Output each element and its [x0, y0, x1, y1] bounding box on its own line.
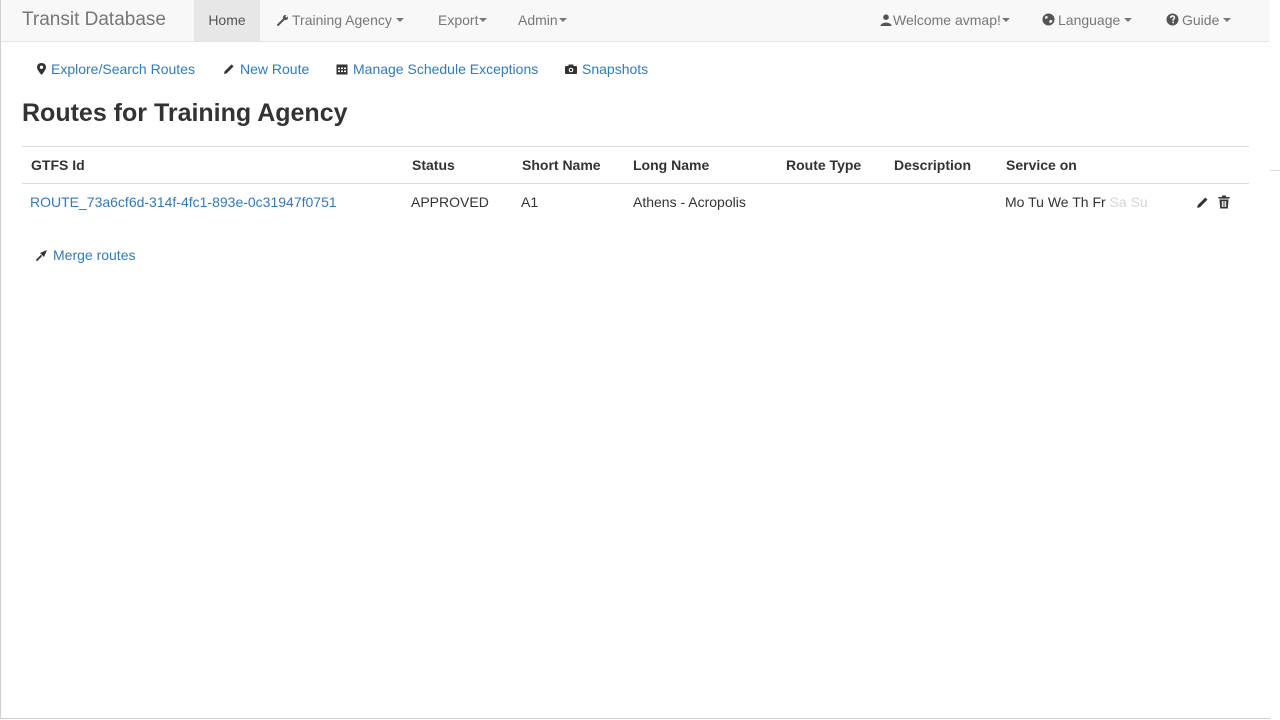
calendar-icon [336, 64, 348, 75]
trash-icon [1218, 195, 1230, 209]
header-divider [22, 183, 1249, 184]
question-circle-icon [1166, 13, 1179, 26]
service-day-we: We [1047, 194, 1069, 210]
column-header-service-on: Service on [1006, 157, 1077, 173]
manage-exceptions-label: Manage Schedule Exceptions [353, 61, 539, 77]
nav-agency-dropdown[interactable]: Training Agency [277, 0, 404, 41]
chevron-down-icon [479, 18, 488, 23]
nav-user-dropdown[interactable]: Welcome avmap! [880, 0, 1010, 41]
column-header-description: Description [894, 157, 972, 173]
chevron-down-icon [558, 18, 567, 23]
service-day-fr: Fr [1092, 194, 1106, 210]
edge-divider [1270, 170, 1280, 171]
top-navbar: Transit Database Home Training Agency Ex… [1, 0, 1269, 42]
chevron-down-icon [1124, 18, 1133, 23]
edit-route-button[interactable] [1196, 194, 1210, 210]
page-title: Routes for Training Agency [22, 99, 348, 127]
nav-language-dropdown[interactable]: Language [1042, 0, 1133, 41]
delete-route-button[interactable] [1218, 194, 1232, 210]
pencil-icon [224, 64, 234, 74]
nav-language-label: Language [1058, 12, 1121, 28]
wrench-icon [277, 14, 289, 26]
nav-user-label: Welcome avmap! [893, 12, 1001, 28]
nav-export-dropdown[interactable]: Export [438, 0, 488, 41]
chevron-down-icon [1223, 18, 1232, 23]
nav-guide-label: Guide [1182, 12, 1220, 28]
service-day-mo: Mo [1005, 194, 1025, 210]
column-header-long-name: Long Name [633, 157, 710, 173]
user-icon [880, 14, 892, 26]
service-day-sa: Sa [1109, 194, 1127, 210]
nav-guide-dropdown[interactable]: Guide [1166, 0, 1232, 41]
merge-routes-link[interactable]: Merge routes [36, 247, 135, 263]
column-header-route-type: Route Type [786, 157, 862, 173]
route-status: APPROVED [411, 194, 489, 210]
column-header-gtfs-id: GTFS Id [31, 157, 85, 173]
scrollbar-track[interactable] [1270, 0, 1280, 720]
merge-routes-label: Merge routes [53, 247, 136, 263]
chevron-down-icon [395, 18, 404, 23]
camera-icon [565, 64, 577, 74]
nav-admin-dropdown[interactable]: Admin [518, 0, 567, 41]
service-day-tu: Tu [1028, 194, 1044, 210]
map-marker-icon [37, 62, 46, 75]
service-day-su: Su [1130, 194, 1148, 210]
merge-icon [36, 249, 47, 261]
title-divider [22, 146, 1249, 147]
route-long-name: Athens - Acropolis [633, 194, 746, 210]
explore-routes-label: Explore/Search Routes [51, 61, 195, 77]
column-header-status: Status [412, 157, 455, 173]
route-service-days: Mo Tu We Th Fr Sa Su [1005, 194, 1148, 210]
snapshots-label: Snapshots [582, 61, 649, 77]
globe-icon [1042, 13, 1055, 26]
service-day-th: Th [1072, 194, 1089, 210]
nav-export-label: Export [438, 12, 479, 28]
nav-home[interactable]: Home [194, 0, 260, 41]
brand-logo-text[interactable]: Transit Database [22, 9, 166, 31]
nav-home-label: Home [208, 12, 246, 28]
pencil-icon [1197, 197, 1208, 208]
route-gtfs-id-link[interactable]: ROUTE_73a6cf6d-314f-4fc1-893e-0c31947f07… [30, 194, 337, 210]
new-route-link[interactable]: New Route [223, 60, 309, 78]
manage-exceptions-link[interactable]: Manage Schedule Exceptions [336, 60, 538, 78]
column-header-short-name: Short Name [522, 157, 601, 173]
route-short-name: A1 [521, 194, 539, 210]
snapshots-link[interactable]: Snapshots [565, 60, 648, 78]
new-route-label: New Route [240, 61, 310, 77]
explore-routes-link[interactable]: Explore/Search Routes [37, 60, 195, 78]
nav-agency-label: Training Agency [292, 12, 392, 28]
chevron-down-icon [1001, 18, 1010, 23]
nav-admin-label: Admin [518, 12, 558, 28]
